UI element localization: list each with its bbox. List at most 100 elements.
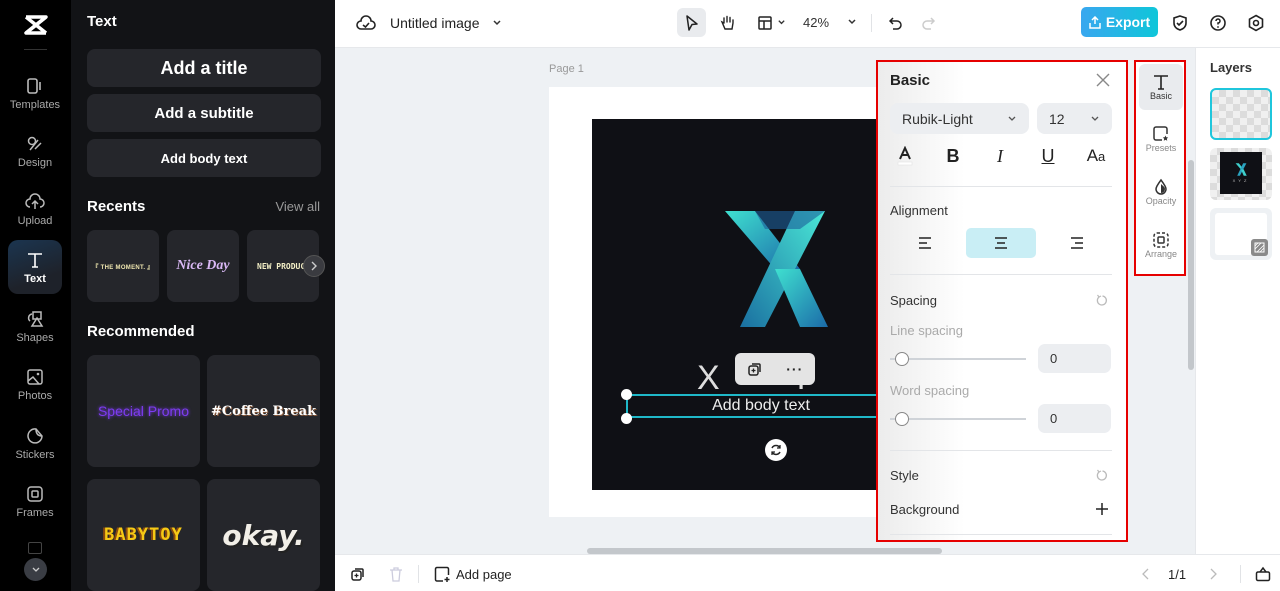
rail-label: Design: [17, 156, 53, 169]
top-bar: Untitled image 42% Export: [335, 0, 1280, 48]
page-canvas[interactable]: XYZ Add body text ···: [549, 87, 903, 517]
shield-button[interactable]: [1168, 11, 1192, 35]
underline-button[interactable]: U: [1036, 144, 1060, 168]
design-icon: [25, 134, 45, 154]
rail-item-shapes[interactable]: Shapes: [8, 299, 62, 353]
text-panel: Text Add a title Add a subtitle Add body…: [71, 0, 335, 591]
line-spacing-slider[interactable]: [890, 352, 1026, 366]
property-tabs: Basic Presets Opacity Arrange: [1134, 60, 1186, 276]
tab-arrange[interactable]: Arrange: [1139, 222, 1183, 268]
add-subtitle-button[interactable]: Add a subtitle: [87, 94, 321, 132]
tab-presets[interactable]: Presets: [1139, 116, 1183, 162]
word-spacing-slider[interactable]: [890, 412, 1026, 426]
recommended-heading: Recommended: [87, 323, 195, 340]
recent-text-style[interactable]: 『 THE MOMENT. 』: [87, 230, 159, 302]
layer-text[interactable]: [1210, 88, 1272, 140]
chevron-down-icon[interactable]: [489, 15, 505, 31]
word-spacing-input[interactable]: 0: [1038, 404, 1111, 433]
expand-pages-button[interactable]: [1253, 563, 1273, 585]
hand-tool-button[interactable]: [713, 8, 742, 37]
layer-thumbnail: XYZ: [1220, 152, 1262, 194]
rail-item-upload[interactable]: Upload: [8, 182, 62, 236]
chevron-down-icon: [777, 20, 785, 25]
font-size-select[interactable]: 12: [1037, 103, 1112, 134]
duplicate-icon[interactable]: [747, 361, 763, 377]
tab-opacity[interactable]: Opacity: [1139, 169, 1183, 215]
close-icon[interactable]: [1096, 73, 1112, 89]
selected-text-box[interactable]: Add body text: [626, 394, 896, 418]
rail-label: Shapes: [16, 331, 54, 344]
settings-button[interactable]: [1244, 11, 1268, 35]
slider-track: [890, 418, 1026, 420]
line-spacing-input[interactable]: 0: [1038, 344, 1111, 373]
rail-item-stickers[interactable]: Stickers: [8, 416, 62, 470]
tab-basic[interactable]: Basic: [1139, 64, 1183, 110]
share-icon: [1089, 15, 1101, 29]
help-button[interactable]: [1206, 11, 1230, 35]
rail-item-text[interactable]: Text: [8, 240, 62, 294]
slider-track: [890, 358, 1026, 360]
zoom-dropdown-chevron-icon[interactable]: [845, 15, 859, 29]
text-case-button[interactable]: Aa: [1084, 144, 1108, 168]
layer-logo-image[interactable]: XYZ: [1210, 148, 1272, 200]
add-body-text-button[interactable]: Add body text: [87, 139, 321, 177]
rail-item-design[interactable]: Design: [8, 124, 62, 178]
shapes-icon: [25, 309, 45, 329]
layer-background[interactable]: [1210, 208, 1272, 260]
recents-next-button[interactable]: [303, 255, 325, 277]
add-page-button[interactable]: Add page: [434, 563, 512, 585]
bold-button[interactable]: B: [941, 144, 965, 168]
resize-handle[interactable]: [621, 389, 632, 400]
layout-menu-button[interactable]: [751, 10, 791, 35]
rail-label: Templates: [9, 98, 61, 111]
text-color-button[interactable]: [893, 144, 917, 168]
recent-text-style[interactable]: Nice Day: [167, 230, 239, 302]
italic-button[interactable]: I: [988, 144, 1012, 168]
slider-knob[interactable]: [895, 352, 909, 366]
recommended-text-style[interactable]: #Coffee Break: [207, 355, 320, 467]
rotate-handle[interactable]: [765, 439, 787, 461]
help-icon: [1210, 15, 1226, 31]
previous-page-button[interactable]: [1138, 565, 1154, 583]
recommended-text-style[interactable]: BABYTOY: [87, 479, 200, 591]
delete-page-button[interactable]: [386, 564, 406, 584]
export-label: Export: [1105, 14, 1151, 30]
more-options-icon[interactable]: ···: [786, 361, 803, 377]
recommended-text-style[interactable]: Special Promo: [87, 355, 200, 467]
select-tool-button[interactable]: [677, 8, 706, 37]
document-title[interactable]: Untitled image: [390, 13, 480, 33]
capcut-logo[interactable]: [0, 10, 71, 40]
logo-image[interactable]: XYZ Add body text ···: [592, 119, 903, 490]
reset-style-icon[interactable]: [1096, 469, 1110, 483]
rail-item-templates[interactable]: Templates: [8, 66, 62, 120]
style-label: Style: [890, 468, 919, 483]
duplicate-page-button[interactable]: [348, 564, 368, 584]
font-family-select[interactable]: Rubik-Light: [890, 103, 1029, 134]
bold-icon: B: [946, 145, 960, 166]
recommended-text-style[interactable]: okay.: [207, 479, 320, 591]
body-text[interactable]: Add body text: [712, 397, 810, 415]
rail-item-frames[interactable]: Frames: [8, 474, 62, 528]
align-right-button[interactable]: [1042, 228, 1112, 258]
layout-icon: [757, 15, 772, 30]
trash-icon: [390, 567, 402, 582]
align-left-button[interactable]: [890, 228, 960, 258]
next-page-button[interactable]: [1205, 565, 1221, 583]
zoom-level[interactable]: 42%: [803, 12, 829, 32]
more-tools-icon: [28, 542, 42, 554]
gear-icon: [1248, 14, 1264, 32]
align-left-icon: [919, 237, 931, 249]
resize-handle[interactable]: [621, 413, 632, 424]
reset-spacing-icon[interactable]: [1096, 294, 1110, 308]
expand-rail-button[interactable]: [24, 558, 47, 581]
rail-item-photos[interactable]: Photos: [8, 357, 62, 411]
slider-knob[interactable]: [895, 412, 909, 426]
export-button[interactable]: Export: [1081, 7, 1158, 37]
add-title-button[interactable]: Add a title: [87, 49, 321, 87]
undo-button[interactable]: [884, 12, 906, 34]
align-center-button[interactable]: [966, 228, 1036, 258]
vertical-scrollbar[interactable]: [1188, 160, 1194, 370]
view-all-link[interactable]: View all: [275, 199, 320, 214]
add-background-plus-icon[interactable]: [1095, 502, 1111, 518]
redo-button[interactable]: [918, 12, 940, 34]
